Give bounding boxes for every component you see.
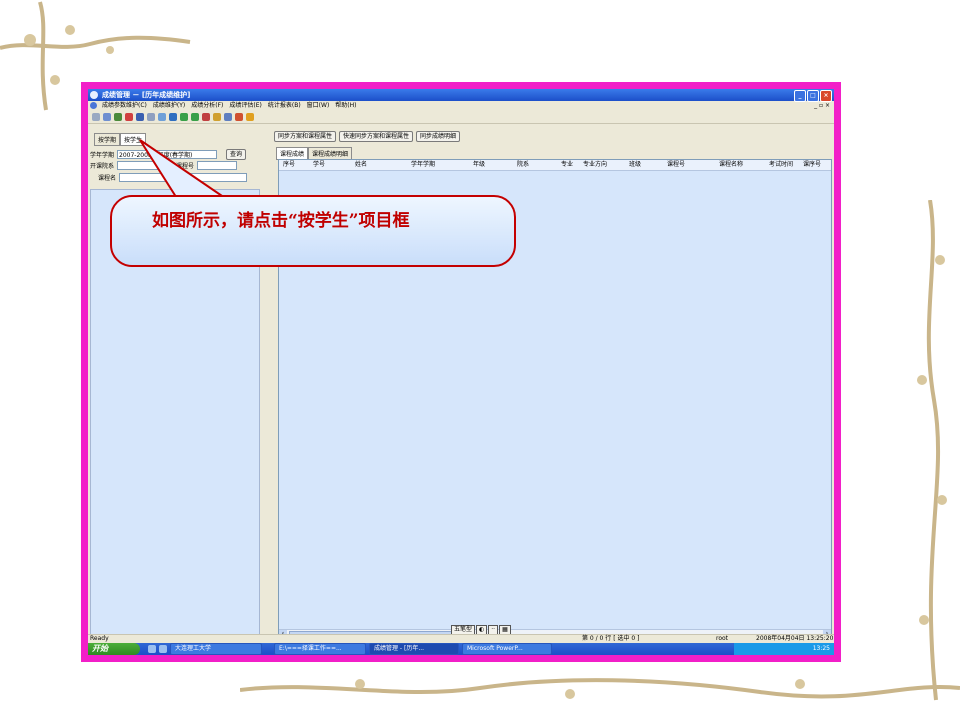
instruction-text: 如图所示，请点击“按学生”项目框 [152,211,410,231]
callout-pointer [139,139,232,201]
